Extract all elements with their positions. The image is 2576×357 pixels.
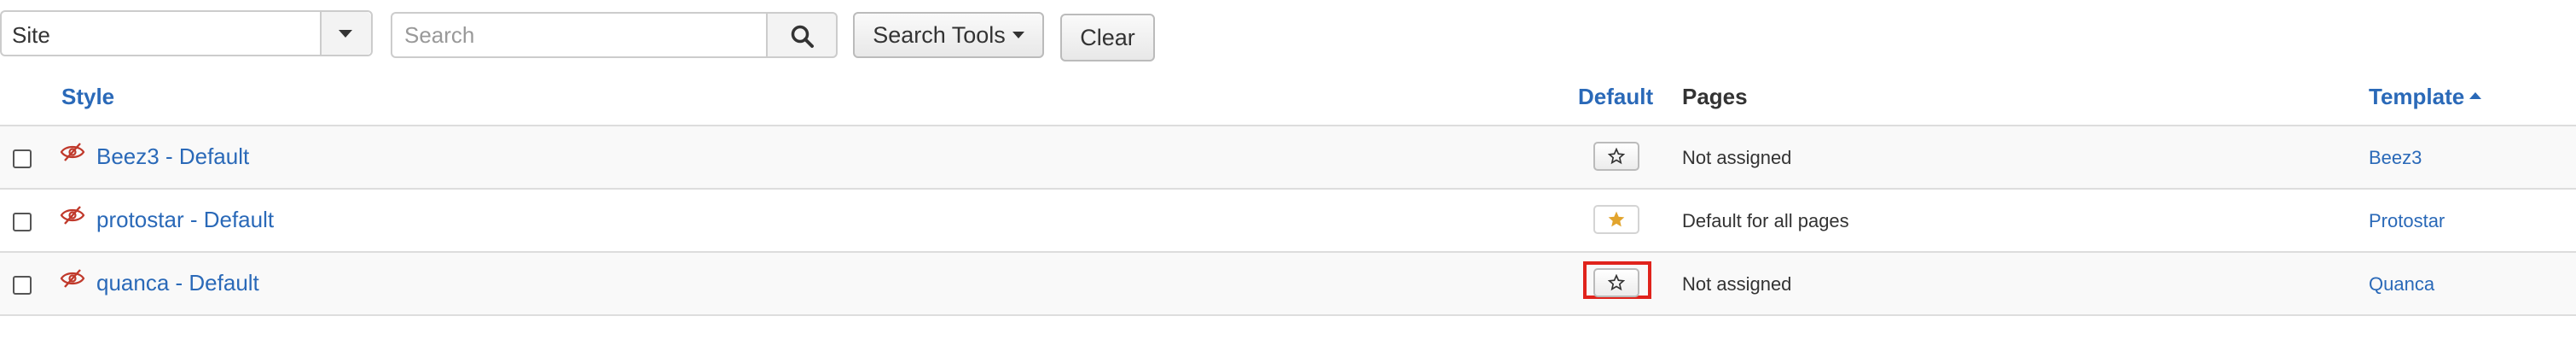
- search-group: [391, 12, 838, 58]
- client-select[interactable]: Site: [0, 10, 373, 56]
- pages-value: Not assigned: [1682, 147, 1792, 168]
- style-name-link[interactable]: quanca - Default: [96, 270, 259, 296]
- default-column-header[interactable]: Default: [1578, 84, 1653, 110]
- clear-label: Clear: [1080, 24, 1135, 50]
- star-outline-icon: [1608, 274, 1625, 291]
- row-checkbox[interactable]: [13, 276, 32, 295]
- star-filled-icon: [1608, 211, 1625, 227]
- clear-button[interactable]: Clear: [1060, 14, 1155, 61]
- eye-slash-icon: [60, 205, 85, 230]
- search-icon: [791, 25, 814, 48]
- row-checkbox[interactable]: [13, 213, 32, 231]
- table-row: protostar - Default Default for all page…: [0, 190, 2576, 253]
- table-row: Beez3 - Default Not assigned Beez3: [0, 126, 2576, 190]
- pages-value: Not assigned: [1682, 273, 1792, 295]
- client-select-value: Site: [12, 22, 50, 48]
- style-name-link[interactable]: Beez3 - Default: [96, 143, 249, 170]
- template-link[interactable]: Protostar: [2369, 210, 2445, 232]
- client-select-toggle[interactable]: [320, 12, 371, 55]
- default-indicator: [1593, 205, 1639, 234]
- star-outline-icon: [1608, 148, 1625, 165]
- search-button[interactable]: [766, 12, 838, 58]
- search-input[interactable]: [391, 12, 766, 58]
- chevron-down-icon: [339, 30, 352, 38]
- search-tools-label: Search Tools: [873, 21, 1006, 48]
- filter-toolbar: Site Search Tools Clear: [0, 10, 1177, 61]
- pages-column-header: Pages: [1682, 84, 1748, 109]
- search-tools-button[interactable]: Search Tools: [853, 12, 1044, 58]
- eye-slash-icon: [60, 268, 85, 293]
- style-name-link[interactable]: protostar - Default: [96, 207, 274, 233]
- template-styles-page: Site Search Tools Clear Style De: [0, 0, 2576, 357]
- template-column-header[interactable]: Template: [2369, 84, 2482, 110]
- table-header: Style Default Pages Template: [0, 70, 2576, 126]
- set-default-button[interactable]: [1593, 142, 1639, 171]
- table-row: quanca - Default Not assigned Quanca: [0, 253, 2576, 316]
- eye-slash-icon: [60, 142, 85, 167]
- template-link[interactable]: Beez3: [2369, 147, 2422, 169]
- caret-down-icon: [1012, 32, 1024, 38]
- styles-table: Style Default Pages Template Beez3 - Def…: [0, 70, 2576, 316]
- style-column-header[interactable]: Style: [61, 84, 114, 110]
- template-column-label: Template: [2369, 84, 2465, 109]
- sort-ascending-icon: [2469, 92, 2482, 100]
- pages-value: Default for all pages: [1682, 210, 1849, 231]
- template-link[interactable]: Quanca: [2369, 273, 2434, 296]
- set-default-button[interactable]: [1593, 268, 1639, 297]
- row-checkbox[interactable]: [13, 149, 32, 168]
